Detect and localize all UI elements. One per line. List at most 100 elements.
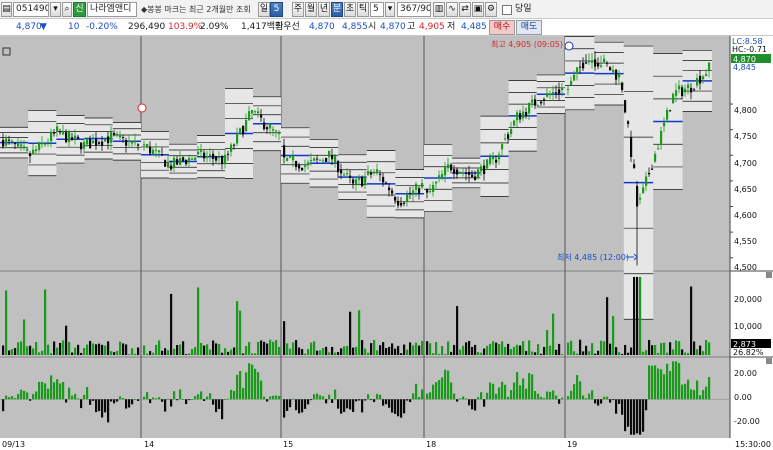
stock-name-field: 나라엠앤디	[87, 2, 137, 17]
volume-bar	[693, 341, 696, 355]
oscillator-bar	[17, 394, 20, 400]
settings-gear-icon[interactable]: ⚙	[485, 2, 497, 17]
candle-body	[107, 136, 110, 144]
oscillator-bar	[468, 399, 471, 406]
candle-body	[346, 173, 349, 175]
volume-tick-20000: 20,000	[734, 295, 762, 304]
search-icon[interactable]: ⌕	[62, 2, 72, 17]
candle-body	[245, 119, 248, 132]
chart-type-icon[interactable]: ▥	[433, 2, 445, 17]
volume-bar	[435, 341, 438, 355]
candle-body	[370, 172, 373, 175]
stock-code-input[interactable]: 051490	[13, 2, 49, 17]
volume-pct: 26.82%	[733, 348, 764, 357]
volume-bar	[426, 341, 429, 355]
candle-body	[8, 139, 11, 141]
period-tick-button[interactable]: 틱	[357, 2, 369, 17]
volume-bar	[624, 344, 627, 355]
data-count-field[interactable]: 367/900	[397, 2, 431, 17]
oscillator-bar	[522, 378, 525, 400]
oscillator-bar	[513, 382, 516, 400]
volume-bar	[498, 344, 501, 355]
osc-panel-handle-icon[interactable]	[766, 358, 772, 364]
candle-body	[376, 169, 379, 174]
candle-body	[209, 154, 212, 157]
interval-value-field[interactable]: 5	[270, 2, 283, 17]
candle-body	[441, 174, 444, 177]
candle-body	[570, 80, 573, 85]
tick-value-field[interactable]: 5	[370, 2, 384, 17]
oscillator-bar	[663, 374, 666, 400]
oscillator-bar	[516, 372, 519, 400]
volume-bar	[77, 344, 80, 355]
code-dropdown-icon[interactable]: ▾	[50, 2, 61, 17]
period-day-button[interactable]: 일	[258, 2, 270, 17]
price-tick-4500: 4,500	[734, 263, 757, 272]
low-label: 저	[447, 22, 456, 32]
panel-menu-icon[interactable]: ▤	[1, 2, 12, 17]
candle-body	[489, 157, 492, 164]
volume-panel-bg	[0, 272, 730, 356]
volume-bar	[298, 347, 301, 355]
volume-bar	[242, 353, 245, 355]
candle-body	[492, 156, 495, 160]
candle-body	[633, 164, 636, 168]
oscillator-bar	[125, 399, 128, 409]
oscillator-bar	[176, 399, 179, 401]
oscillator-bar	[206, 396, 209, 400]
compare-icon[interactable]: ⇄	[459, 2, 471, 17]
oscillator-bar	[645, 399, 648, 411]
oscillator-bar	[373, 399, 376, 403]
volume-bar	[504, 346, 507, 355]
volume-bar	[675, 340, 678, 355]
price-chart[interactable]: 최고 4,905 (09:05) 최저 4,485 (12:00) LC:8.5…	[0, 36, 773, 450]
price-tick-4700: 4,700	[734, 159, 757, 168]
volume-bar	[483, 348, 486, 355]
period-week-button[interactable]: 주	[292, 2, 304, 17]
candle-body	[137, 144, 140, 146]
oscillator-bar	[179, 389, 182, 400]
period-year-button[interactable]: 년	[318, 2, 330, 17]
volume-bar	[56, 347, 59, 355]
volume-bar	[409, 342, 412, 355]
buy-button[interactable]: 매수	[489, 20, 515, 35]
save-icon[interactable]: ▣	[472, 2, 484, 17]
today-checkbox[interactable]	[502, 5, 512, 15]
volume-bar	[349, 311, 352, 355]
candle-body	[552, 92, 555, 94]
volume-bar	[269, 339, 272, 355]
volume-bar	[633, 276, 636, 355]
volume-bar	[215, 343, 218, 355]
wave-icon[interactable]: ∿	[446, 2, 458, 17]
candle-body	[11, 140, 14, 142]
period-month-button[interactable]: 월	[305, 2, 317, 17]
volume-bar	[555, 349, 558, 355]
oscillator-bar	[307, 399, 310, 405]
volume-value: 296,490	[128, 22, 166, 32]
oscillator-bar	[421, 389, 424, 400]
candle-body	[684, 88, 687, 93]
candle-body	[501, 144, 504, 150]
candle-body	[104, 139, 107, 142]
oscillator-bar	[543, 398, 546, 400]
candle-body	[651, 168, 654, 170]
period-second-button[interactable]: 초	[344, 2, 356, 17]
oscillator-bar	[272, 395, 275, 400]
period-minute-button[interactable]: 분	[331, 2, 343, 17]
volume-bar	[289, 348, 292, 355]
volume-bar	[406, 349, 409, 355]
oscillator-bar	[146, 392, 149, 400]
candle-body	[654, 153, 657, 162]
oscillator-bar	[137, 399, 140, 401]
sell-button[interactable]: 매도	[516, 20, 542, 35]
candle-body	[519, 113, 522, 120]
oscillator-bar	[690, 389, 693, 400]
volume-bar	[26, 346, 29, 355]
oscillator-bar	[501, 381, 504, 400]
volume-bar	[32, 348, 35, 355]
candle-body	[179, 158, 182, 165]
oscillator-bar	[672, 361, 675, 400]
volume-panel-handle-icon[interactable]	[766, 272, 772, 278]
tick-dropdown-icon[interactable]: ▾	[385, 2, 395, 17]
current-price: 4,870	[16, 22, 42, 32]
